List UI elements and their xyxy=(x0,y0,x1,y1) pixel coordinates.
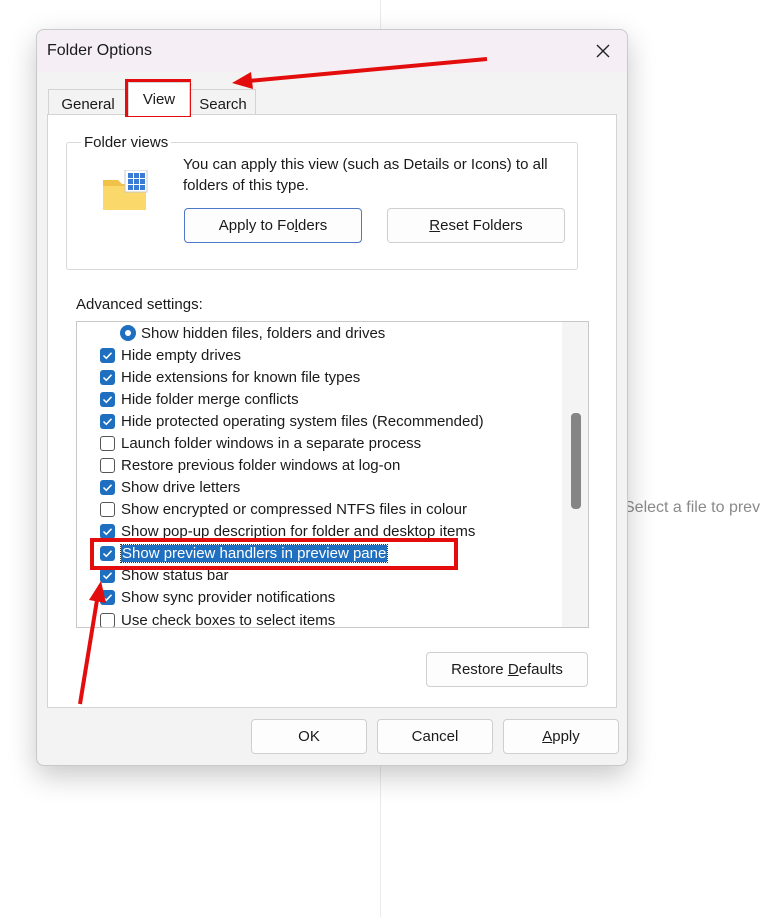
cancel-button[interactable]: Cancel xyxy=(377,719,493,754)
checkbox[interactable] xyxy=(100,457,115,473)
checkbox[interactable] xyxy=(100,413,115,429)
list-item-label: Show pop-up description for folder and d… xyxy=(121,522,476,540)
ok-button[interactable]: OK xyxy=(251,719,367,754)
radio-button[interactable] xyxy=(120,325,136,341)
close-icon xyxy=(596,44,610,58)
list-item[interactable]: Restore previous folder windows at log-o… xyxy=(77,454,400,476)
checkmark-icon xyxy=(102,483,113,491)
list-item[interactable]: Use check boxes to select items xyxy=(77,609,336,628)
button-label: Reset Folders xyxy=(429,217,523,234)
advanced-settings-label: Advanced settings: xyxy=(76,296,203,313)
checkbox[interactable] xyxy=(100,479,115,495)
list-item-label: Hide extensions for known file types xyxy=(121,368,361,386)
tab-view[interactable]: View xyxy=(128,82,190,116)
checkmark-icon xyxy=(102,417,113,425)
checkbox[interactable] xyxy=(100,369,115,385)
list-item[interactable]: Show status bar xyxy=(77,564,229,586)
tab-label: View xyxy=(142,91,176,108)
tab-label: General xyxy=(61,95,115,113)
list-item-label: Hide empty drives xyxy=(121,346,242,364)
checkmark-icon xyxy=(102,373,113,381)
checkmark-icon xyxy=(102,527,113,535)
checkbox[interactable] xyxy=(100,567,115,583)
checkmark-icon xyxy=(102,395,113,403)
list-item[interactable]: Show drive letters xyxy=(77,476,240,498)
button-label: Apply to Folders xyxy=(218,217,328,234)
preview-pane-text: Select a file to prev xyxy=(624,499,761,516)
list-item-label: Show status bar xyxy=(121,566,229,584)
list-item-label: Show hidden files, folders and drives xyxy=(141,324,386,342)
checkbox[interactable] xyxy=(100,347,115,363)
folder-views-description: You can apply this view (such as Details… xyxy=(183,156,548,194)
checkbox[interactable] xyxy=(100,501,115,517)
dialog-titlebar: Folder Options xyxy=(37,30,627,72)
checkmark-icon xyxy=(102,593,113,601)
dialog-title: Folder Options xyxy=(47,42,152,59)
list-item-label: Launch folder windows in a separate proc… xyxy=(121,434,422,452)
list-item-label: Show preview handlers in preview pane xyxy=(119,543,389,563)
checkbox[interactable] xyxy=(100,523,115,539)
list-item[interactable]: Hide folder merge conflicts xyxy=(77,388,299,410)
list-item[interactable]: Hide protected operating system files (R… xyxy=(77,410,484,432)
checkmark-icon xyxy=(102,571,113,579)
list-item[interactable]: Launch folder windows in a separate proc… xyxy=(77,432,421,454)
apply-button[interactable]: Apply xyxy=(503,719,619,754)
list-item[interactable]: Show sync provider notifications xyxy=(77,586,335,608)
list-item[interactable]: Hide empty drives xyxy=(77,344,241,366)
list-item[interactable]: Hide extensions for known file types xyxy=(77,366,360,388)
scrollbar-thumb[interactable] xyxy=(571,413,581,509)
checkmark-icon xyxy=(102,549,113,557)
button-label: OK xyxy=(298,728,320,745)
folder-options-dialog: Folder Options General View Search Folde… xyxy=(36,29,628,766)
checkbox[interactable] xyxy=(100,391,115,407)
button-label: Apply xyxy=(542,728,580,745)
list-item-label: Restore previous folder windows at log-o… xyxy=(121,456,401,474)
checkbox[interactable] xyxy=(100,545,115,561)
list-item-label: Show drive letters xyxy=(121,478,241,496)
reset-folders-button[interactable]: Reset Folders xyxy=(387,208,565,243)
button-label: Restore Defaults xyxy=(451,661,563,678)
advanced-settings-list[interactable]: Show hidden files, folders and drives Hi… xyxy=(76,321,589,628)
list-item-label: Hide protected operating system files (R… xyxy=(121,412,484,430)
checkbox[interactable] xyxy=(100,435,115,451)
list-item-label: Show sync provider notifications xyxy=(121,588,336,606)
scrollbar-track[interactable] xyxy=(562,322,588,627)
list-item[interactable]: Show encrypted or compressed NTFS files … xyxy=(77,498,467,520)
list-item-label: Hide folder merge conflicts xyxy=(121,390,299,408)
checkbox[interactable] xyxy=(100,589,115,605)
folder-views-label: Folder views xyxy=(81,134,172,151)
list-item[interactable]: Show hidden files, folders and drives xyxy=(77,322,385,344)
apply-to-folders-button[interactable]: Apply to Folders xyxy=(184,208,362,243)
list-item-label: Show encrypted or compressed NTFS files … xyxy=(121,500,467,518)
restore-defaults-button[interactable]: Restore Defaults xyxy=(426,652,588,687)
list-item[interactable]: Show pop-up description for folder and d… xyxy=(77,520,475,542)
checkbox[interactable] xyxy=(100,612,115,627)
button-label: Cancel xyxy=(411,728,459,745)
folder-view-icon xyxy=(103,170,148,210)
checkmark-icon xyxy=(102,351,113,359)
list-item-label: Use check boxes to select items xyxy=(121,611,336,628)
close-button[interactable] xyxy=(589,38,617,64)
tab-label: Search xyxy=(199,95,247,113)
list-item-selected[interactable]: Show preview handlers in preview pane xyxy=(77,542,389,564)
